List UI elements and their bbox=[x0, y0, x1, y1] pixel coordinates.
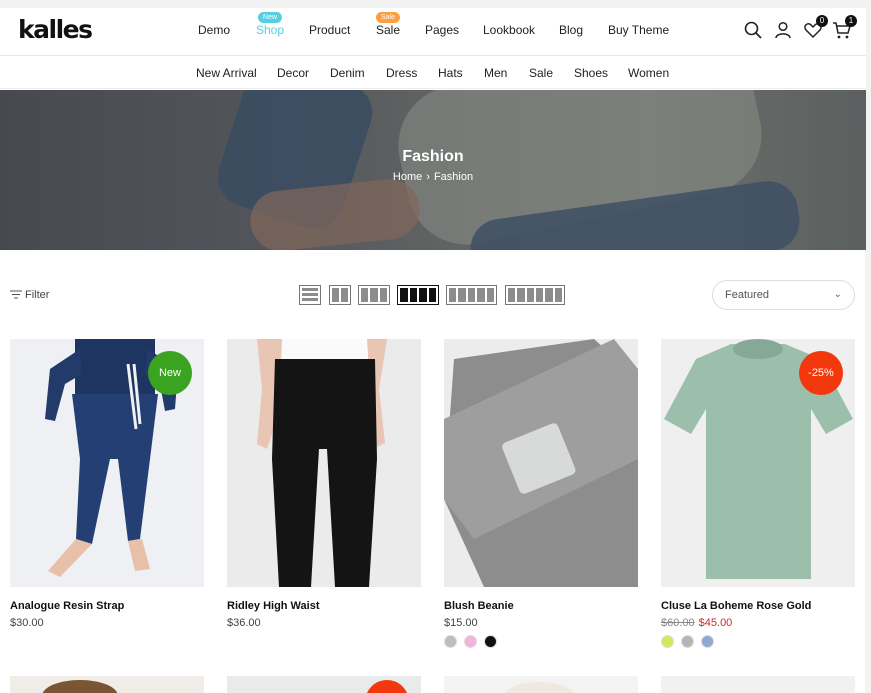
cart-count: 1 bbox=[845, 15, 857, 27]
category-link-decor[interactable]: Decor bbox=[277, 66, 309, 80]
category-link-sale[interactable]: Sale bbox=[529, 66, 553, 80]
nav-item-sale[interactable]: Sale Sale bbox=[376, 12, 401, 37]
sale-price: $45.00 bbox=[698, 617, 733, 629]
category-link-men[interactable]: Men bbox=[484, 66, 507, 80]
product-price: $30.00 bbox=[10, 617, 44, 629]
breadcrumb-home-link[interactable]: Home bbox=[393, 171, 422, 183]
product-image[interactable]: -25% bbox=[661, 339, 855, 587]
chevron-right-icon: › bbox=[426, 171, 430, 183]
nav-item-lookbook[interactable]: Lookbook bbox=[483, 23, 535, 37]
original-price: $60.00 bbox=[661, 617, 695, 629]
category-link-denim[interactable]: Denim bbox=[330, 66, 365, 80]
nav-item-blog[interactable]: Blog bbox=[559, 23, 583, 37]
layout-4-columns-button[interactable] bbox=[397, 285, 439, 305]
product-name[interactable]: Ridley High Waist bbox=[227, 600, 421, 612]
site-header: kalles Demo Shop New Product Sale Sale Pages Lo… bbox=[0, 8, 866, 56]
nav-item-label: Product bbox=[309, 23, 351, 37]
nav-item-label: Shop bbox=[256, 23, 285, 37]
hero-banner: Fashion Home › Fashion bbox=[0, 90, 866, 250]
cart-icon[interactable]: 1 bbox=[832, 15, 857, 40]
swatch-gray[interactable] bbox=[444, 635, 457, 648]
layout-6-columns-button[interactable] bbox=[505, 285, 565, 305]
category-link-shoes[interactable]: Shoes bbox=[574, 66, 608, 80]
category-nav: New Arrival Decor Denim Dress Hats Men Sale Sho… bbox=[0, 57, 866, 89]
product-card[interactable]: Blush Beanie $15.00 bbox=[444, 339, 638, 648]
product-card[interactable]: -25% Cluse La Boheme Rose Gold $60.00 $45… bbox=[661, 339, 855, 648]
nav-item-label: Blog bbox=[559, 23, 584, 37]
nav-item-label: Lookbook bbox=[483, 23, 536, 37]
product-price: $36.00 bbox=[227, 617, 261, 629]
product-price: $15.00 bbox=[444, 617, 478, 629]
browser-top-strip bbox=[0, 0, 871, 8]
discount-badge: -25% bbox=[799, 351, 843, 395]
sort-dropdown[interactable]: Featured ⌄ bbox=[712, 280, 855, 310]
category-link-dress[interactable]: Dress bbox=[386, 66, 417, 80]
swatch-lime[interactable] bbox=[661, 635, 674, 648]
search-icon[interactable] bbox=[743, 20, 763, 40]
color-swatches bbox=[661, 635, 855, 648]
sort-selected-value: Featured bbox=[725, 289, 770, 301]
product-image[interactable] bbox=[227, 339, 421, 587]
category-link-new-arrival[interactable]: New Arrival bbox=[196, 66, 257, 80]
nav-item-demo[interactable]: Demo bbox=[198, 23, 230, 37]
layout-list-button[interactable] bbox=[299, 285, 321, 305]
nav-badge: New bbox=[258, 12, 283, 23]
swatch-black[interactable] bbox=[484, 635, 497, 648]
layout-3-columns-button[interactable] bbox=[358, 285, 390, 305]
breadcrumb-current: Fashion bbox=[433, 171, 474, 183]
product-image[interactable] bbox=[10, 676, 204, 693]
product-price: $60.00 $45.00 bbox=[661, 617, 855, 629]
wishlist-icon[interactable]: 0 bbox=[803, 15, 828, 40]
product-image[interactable] bbox=[444, 339, 638, 587]
swatch-blue[interactable] bbox=[701, 635, 714, 648]
nav-item-label: Buy Theme bbox=[608, 23, 670, 37]
layout-2-columns-button[interactable] bbox=[329, 285, 351, 305]
nav-badge: Sale bbox=[376, 12, 401, 23]
product-image[interactable]: New bbox=[10, 339, 204, 587]
nav-item-label: Demo bbox=[198, 23, 231, 37]
product-card[interactable]: New Analogue Resin Strap $30.00 bbox=[10, 339, 204, 629]
nav-item-pages[interactable]: Pages bbox=[425, 23, 459, 37]
new-badge: New bbox=[148, 351, 192, 395]
nav-item-buy-theme[interactable]: Buy Theme bbox=[608, 23, 669, 37]
wishlist-count: 0 bbox=[816, 15, 828, 27]
product-image[interactable] bbox=[661, 676, 855, 693]
category-link-hats[interactable]: Hats bbox=[438, 66, 463, 80]
nav-item-shop[interactable]: Shop New bbox=[256, 12, 285, 37]
account-icon[interactable] bbox=[773, 20, 793, 40]
page-title: Fashion bbox=[402, 148, 464, 165]
nav-item-product[interactable]: Product bbox=[309, 23, 350, 37]
layout-5-columns-button[interactable] bbox=[446, 285, 497, 305]
nav-item-label: Pages bbox=[425, 23, 460, 37]
product-card[interactable]: Ridley High Waist $36.00 bbox=[227, 339, 421, 629]
color-swatches bbox=[444, 635, 638, 648]
swatch-gray[interactable] bbox=[681, 635, 694, 648]
category-link-women[interactable]: Women bbox=[628, 66, 669, 80]
breadcrumb: Home › Fashion bbox=[0, 171, 866, 183]
swatch-pink[interactable] bbox=[464, 635, 477, 648]
product-name[interactable]: Blush Beanie bbox=[444, 600, 638, 612]
product-name[interactable]: Cluse La Boheme Rose Gold bbox=[661, 600, 855, 612]
main-nav: Demo Shop New Product Sale Sale Pages Lookbook B… bbox=[0, 8, 866, 56]
product-image[interactable] bbox=[227, 676, 421, 693]
product-image[interactable] bbox=[444, 676, 638, 693]
product-name[interactable]: Analogue Resin Strap bbox=[10, 600, 204, 612]
chevron-down-icon: ⌄ bbox=[833, 289, 842, 300]
nav-item-label: Sale bbox=[376, 23, 401, 37]
